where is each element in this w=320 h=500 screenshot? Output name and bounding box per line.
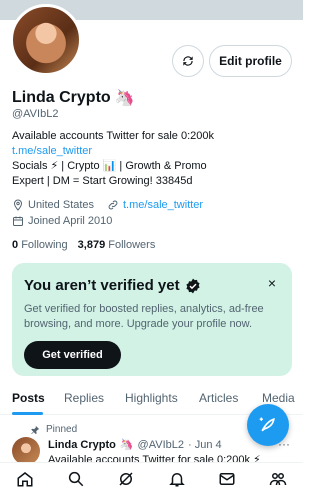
search-icon [68,471,84,487]
nav-notifications[interactable] [168,470,186,493]
followers-stat[interactable]: 3,879 Followers [78,239,156,251]
get-verified-button[interactable]: Get verified [24,341,121,369]
compose-icon [259,417,275,432]
profile-name: Linda Crypto 🦄 [12,88,135,108]
nav-home[interactable] [16,470,34,493]
website-link[interactable]: t.me/sale_twitter [123,199,203,211]
edit-profile-button[interactable]: Edit profile [209,45,292,77]
profile-name-text: Linda Crypto [12,89,111,106]
tab-replies[interactable]: Replies [64,383,104,413]
verify-card: You aren’t verified yet × Get verified f… [12,263,292,376]
following-count: 0 [12,239,19,251]
verified-icon [186,278,200,293]
tab-highlights[interactable]: Highlights [125,383,178,413]
bio-line-1: Available accounts Twitter for sale 0:20… [12,130,214,142]
verify-title-text: You aren’t verified yet [24,277,180,294]
profile-location: United States [12,199,94,211]
joined-text: Joined April 2010 [28,215,113,227]
location-icon [13,199,23,211]
nav-messages[interactable] [218,470,236,493]
nav-communities[interactable] [269,470,287,493]
bio-link[interactable]: t.me/sale_twitter [12,144,292,159]
followers-label: Followers [108,239,156,251]
grok-icon [119,472,133,486]
post-author-handle: @AVIbL2 [137,438,184,451]
verify-title: You aren’t verified yet [24,277,280,294]
bio-line-3: Socials ⚡ | Crypto 📊 | Growth & Promo [12,160,207,172]
profile-avatar[interactable] [10,4,82,76]
following-label: Following [21,239,68,251]
profile-joined: Joined April 2010 [12,215,112,227]
bottom-nav [0,462,303,500]
location-text: United States [28,199,95,211]
calendar-icon [13,216,23,226]
profile-stats: 0 Following 3,879 Followers [12,239,155,251]
post-avatar[interactable] [12,437,40,465]
home-icon [17,472,33,487]
profile-website[interactable]: t.me/sale_twitter [107,199,203,211]
unicorn-icon: 🦄 [114,90,135,107]
sync-icon [183,56,193,66]
nav-search[interactable] [67,470,85,493]
bio-line-4: Expert | DM = Start Growing! 33845d [12,175,193,187]
sync-button[interactable] [172,45,204,77]
pinned-text: Pinned [46,424,78,435]
verify-description: Get verified for boosted replies, analyt… [24,303,264,330]
post-unicorn-icon: 🦄 [119,439,134,451]
profile-handle: @AVIbL2 [12,108,59,120]
messages-icon [219,473,235,485]
link-icon [108,200,118,210]
active-tab-indicator [12,412,43,415]
verify-close-button[interactable]: × [268,275,276,291]
communities-icon [269,473,286,486]
pin-icon [31,425,40,434]
nav-grok[interactable] [117,470,135,493]
notifications-icon [168,473,185,487]
profile-bio: Available accounts Twitter for sale 0:20… [12,129,292,189]
followers-count: 3,879 [77,239,106,251]
following-stat[interactable]: 0 Following [12,239,68,251]
pinned-label: Pinned [30,424,77,435]
tab-posts[interactable]: Posts [12,383,45,413]
compose-button[interactable] [247,404,289,446]
tab-articles[interactable]: Articles [199,383,238,413]
post-time: · Jun 4 [187,438,222,451]
post-header: Linda Crypto 🦄 @AVIbL2 · Jun 4 [48,438,222,452]
post-author-name[interactable]: Linda Crypto [48,439,116,451]
